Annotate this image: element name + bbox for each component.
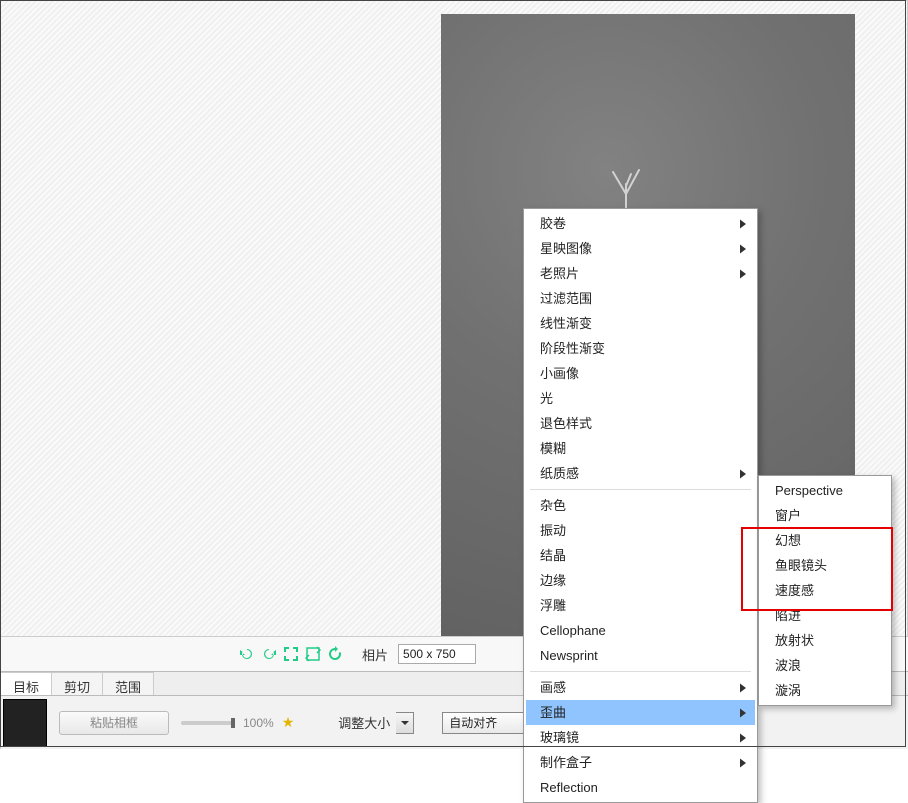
ctx-separator [530,489,751,490]
ctx-item-9[interactable]: 模糊 [526,436,755,461]
sub-item-5[interactable]: 陷进 [761,603,889,628]
ctx-item-12[interactable]: 杂色 [526,493,755,518]
zoom-percent: 100% [243,716,274,730]
tab-crop[interactable]: 剪切 [52,672,103,695]
ctx-item-2[interactable]: 老照片 [526,261,755,286]
zoom-icon[interactable] [304,645,322,663]
sub-item-1[interactable]: 窗户 [761,503,889,528]
ctx-item-6[interactable]: 小画像 [526,361,755,386]
ctx-item-1[interactable]: 星映图像 [526,236,755,261]
ctx-item-7[interactable]: 光 [526,386,755,411]
sub-item-3[interactable]: 鱼眼镜头 [761,553,889,578]
paste-frame-button[interactable]: 粘贴相框 [59,711,169,735]
photo-label: 相片 [362,645,388,664]
thumbnail-strip[interactable] [3,699,47,747]
ctx-item-15[interactable]: 边缘 [526,568,755,593]
sub-item-6[interactable]: 放射状 [761,628,889,653]
sub-item-4[interactable]: 速度感 [761,578,889,603]
ctx-item-21[interactable]: 歪曲 [526,700,755,725]
ctx-item-8[interactable]: 退色样式 [526,411,755,436]
sub-item-7[interactable]: 波浪 [761,653,889,678]
tab-target[interactable]: 目标 [1,672,52,695]
ctx-item-23[interactable]: 制作盒子 [526,750,755,775]
fit-icon[interactable] [282,645,300,663]
zoom-slider[interactable] [181,721,235,725]
context-submenu[interactable]: Perspective窗户幻想鱼眼镜头速度感陷进放射状波浪漩涡 [758,475,892,706]
ctx-item-0[interactable]: 胶卷 [526,211,755,236]
resize-label: 调整大小 [338,713,390,732]
ctx-item-20[interactable]: 画感 [526,675,755,700]
undo-icon[interactable] [238,645,256,663]
ctx-item-13[interactable]: 振动 [526,518,755,543]
ctx-item-5[interactable]: 阶段性渐变 [526,336,755,361]
tab-range[interactable]: 范围 [103,672,154,695]
ctx-item-18[interactable]: Newsprint [526,643,755,668]
redo-icon[interactable] [260,645,278,663]
ctx-item-16[interactable]: 浮雕 [526,593,755,618]
ctx-item-22[interactable]: 玻璃镜 [526,725,755,750]
sub-item-0[interactable]: Perspective [761,478,889,503]
ctx-item-14[interactable]: 结晶 [526,543,755,568]
sub-item-8[interactable]: 漩涡 [761,678,889,703]
ctx-item-24[interactable]: Reflection [526,775,755,800]
ctx-item-17[interactable]: Cellophane [526,618,755,643]
sub-item-2[interactable]: 幻想 [761,528,889,553]
refresh-icon[interactable] [326,645,344,663]
photo-size-field[interactable]: 500 x 750 [398,644,476,664]
ctx-separator [530,671,751,672]
ctx-item-10[interactable]: 纸质感 [526,461,755,486]
star-icon[interactable]: ★ [282,714,295,731]
context-menu[interactable]: 胶卷星映图像老照片过滤范围线性渐变阶段性渐变小画像光退色样式模糊纸质感杂色振动结… [523,208,758,803]
ctx-item-4[interactable]: 线性渐变 [526,311,755,336]
resize-dropdown-arrow[interactable] [396,712,414,734]
ctx-item-3[interactable]: 过滤范围 [526,286,755,311]
